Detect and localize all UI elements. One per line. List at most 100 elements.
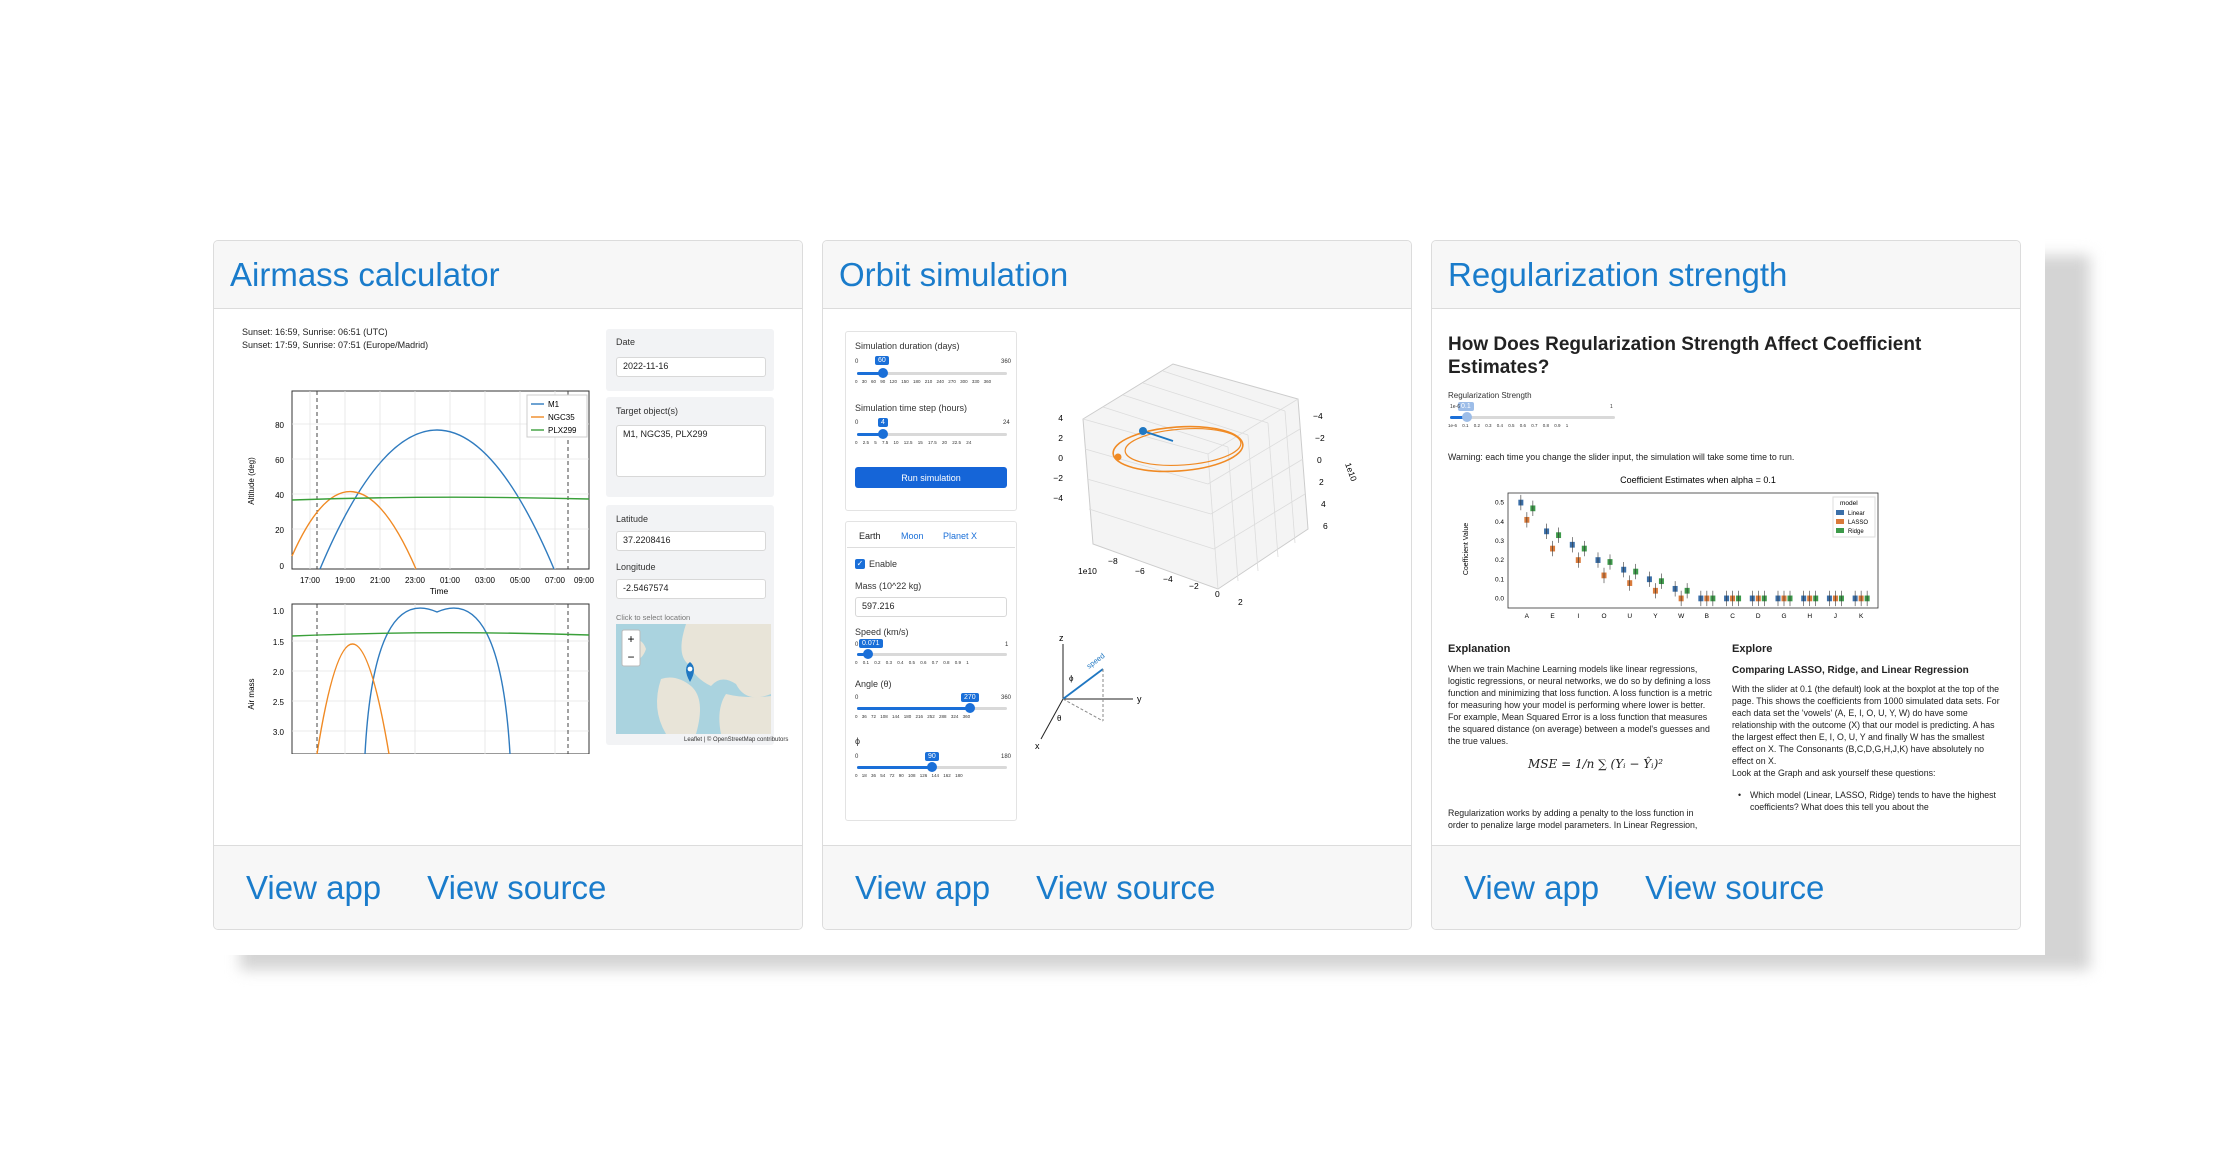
tab-moon[interactable]: Moon: [901, 531, 924, 541]
card-title[interactable]: Orbit simulation: [839, 256, 1068, 294]
ytick: −4: [1313, 411, 1323, 421]
slider-ticks: 0 30 60 90 120 150 180 210 240 270 300 3…: [855, 379, 992, 384]
enable-checkbox[interactable]: ✓: [855, 559, 865, 569]
xtick: O: [1601, 613, 1606, 620]
xtick: J: [1834, 613, 1837, 620]
ytick: 0.1: [1495, 576, 1504, 583]
view-source-link[interactable]: View source: [427, 869, 606, 907]
target-textarea[interactable]: M1, NGC35, PLX299: [616, 425, 766, 477]
xtick: K: [1859, 613, 1864, 620]
xtick: 05:00: [510, 576, 531, 585]
slider-ticks: 0 36 72 108 144 180 216 252 288 324 360: [855, 714, 971, 719]
card-title[interactable]: Airmass calculator: [230, 256, 500, 294]
ytick: 20: [275, 526, 284, 535]
ytick: 0.5: [1495, 500, 1504, 507]
angle-label: Angle (θ): [855, 679, 892, 689]
mass-input[interactable]: 597.216: [855, 597, 1007, 617]
xtick: D: [1756, 613, 1761, 620]
card-header: Orbit simulation: [823, 241, 1411, 309]
regularization-slider[interactable]: [1450, 416, 1615, 419]
xtick: I: [1577, 613, 1579, 620]
bullet-item: Which model (Linear, LASSO, Ridge) tends…: [1750, 790, 1996, 812]
card-preview: Simulation duration (days) 6 0 0 360 0 30…: [823, 309, 1411, 851]
slider-handle[interactable]: [927, 762, 937, 772]
phi-value: 90: [925, 752, 939, 761]
card-preview: Sunset: 16:59, Sunrise: 06:51 (UTC) Suns…: [214, 309, 802, 851]
slider-ticks: 0 0.1 0.2 0.3 0.4 0.5 0.6 0.7 0.8 0.9 1: [855, 660, 969, 665]
latitude-input[interactable]: 37.2208416: [616, 531, 766, 551]
slider-handle[interactable]: [863, 649, 873, 659]
tab-earth[interactable]: Earth: [859, 531, 881, 541]
chart-title: Coefficient Estimates when alpha = 0.1: [1620, 475, 1776, 485]
legend-linear: Linear: [1848, 511, 1865, 517]
coefficient-boxplot: Coefficient Estimates when alpha = 0.1 C…: [1463, 475, 1879, 620]
slider-handle[interactable]: [878, 429, 888, 439]
slider-ticks: 0 2.5 5 7.5 10 12.5 15 17.5 20 22.5 24: [855, 440, 972, 445]
ytick: 6: [1323, 521, 1328, 531]
zoom-out-icon[interactable]: −: [627, 650, 634, 664]
xtick: 23:00: [405, 576, 426, 585]
ytick: 2.5: [273, 698, 285, 707]
ytick: 1.5: [273, 638, 285, 647]
sun-times-utc: Sunset: 16:59, Sunrise: 06:51 (UTC): [242, 327, 388, 337]
ytick: 0.4: [1495, 519, 1504, 526]
map-hint: Click to select location: [616, 613, 691, 622]
enable-label: Enable: [869, 559, 898, 569]
speed-label: speed: [1085, 651, 1107, 670]
legend-ridge: Ridge: [1848, 529, 1864, 535]
slider-max: 1: [1005, 642, 1009, 648]
date-input[interactable]: 2022-11-16: [616, 357, 766, 377]
slider-handle[interactable]: [1462, 412, 1472, 422]
x-exponent: 1e10: [1078, 566, 1097, 576]
xtick: Y: [1653, 613, 1658, 620]
y-axis-label: Altitude (deg): [247, 457, 256, 505]
slider-max: 360: [1001, 359, 1012, 365]
orbit-3d-plot: 4 2 0 −2 −4 −8 −6 −4 −2 0 2 1e10 −4 −2 0…: [1053, 363, 1359, 607]
duration-label: Simulation duration (days): [855, 341, 960, 351]
ytick: 80: [275, 421, 284, 430]
explore-text: With the slider at 0.1 (the default) loo…: [1732, 684, 2000, 766]
view-app-link[interactable]: View app: [855, 869, 990, 907]
zoom-in-icon[interactable]: +: [627, 632, 634, 646]
xtick: B: [1705, 613, 1709, 620]
angle-value: 270: [961, 693, 979, 702]
speed-label: Speed (km/s): [855, 627, 909, 637]
speed-value: 0.071: [859, 639, 883, 648]
moon-marker: [1114, 453, 1122, 461]
y-axis-label: Coefficient Value: [1463, 523, 1470, 575]
ztick: 0: [1058, 453, 1063, 463]
ztick: 2: [1058, 433, 1063, 443]
xtick: −2: [1189, 581, 1199, 591]
slider-handle[interactable]: [965, 703, 975, 713]
location-map[interactable]: + −: [616, 624, 771, 734]
view-app-link[interactable]: View app: [1464, 869, 1599, 907]
card-title[interactable]: Regularization strength: [1448, 256, 1787, 294]
view-source-link[interactable]: View source: [1036, 869, 1215, 907]
card-preview: How Does Regularization Strength Affect …: [1432, 309, 2020, 851]
view-source-link[interactable]: View source: [1645, 869, 1824, 907]
speed-slider[interactable]: [857, 653, 1007, 656]
angles-diagram: z y x speed ϕ θ: [1035, 633, 1142, 751]
view-app-link[interactable]: View app: [246, 869, 381, 907]
slider-handle[interactable]: [878, 368, 888, 378]
ytick: −2: [1315, 433, 1325, 443]
slider-ticks: 0 18 36 54 72 90 108 126 144 162 180: [855, 773, 963, 778]
tab-planet-x[interactable]: Planet X: [943, 531, 977, 541]
explanation-text: When we train Machine Learning models li…: [1448, 664, 1713, 746]
xtick: 17:00: [300, 576, 321, 585]
run-simulation-button[interactable]: Run simulation: [855, 467, 1007, 488]
xtick: 01:00: [440, 576, 461, 585]
ytick: 2.0: [273, 668, 285, 677]
xtick: W: [1678, 613, 1685, 620]
longitude-input[interactable]: -2.5467574: [616, 579, 766, 599]
timestep-value: 4: [878, 418, 888, 427]
ytick: 4: [1321, 499, 1326, 509]
explanation-text-2: Regularization works by adding a penalty…: [1448, 808, 1698, 830]
slider-value: 0.1: [1458, 402, 1474, 411]
xtick: G: [1781, 613, 1786, 620]
slider-min: 0: [855, 695, 859, 701]
explore-heading: Explore: [1732, 643, 1773, 655]
xtick: U: [1627, 613, 1632, 620]
y-exponent: 1e10: [1343, 461, 1359, 482]
legend-lasso: LASSO: [1848, 520, 1868, 526]
